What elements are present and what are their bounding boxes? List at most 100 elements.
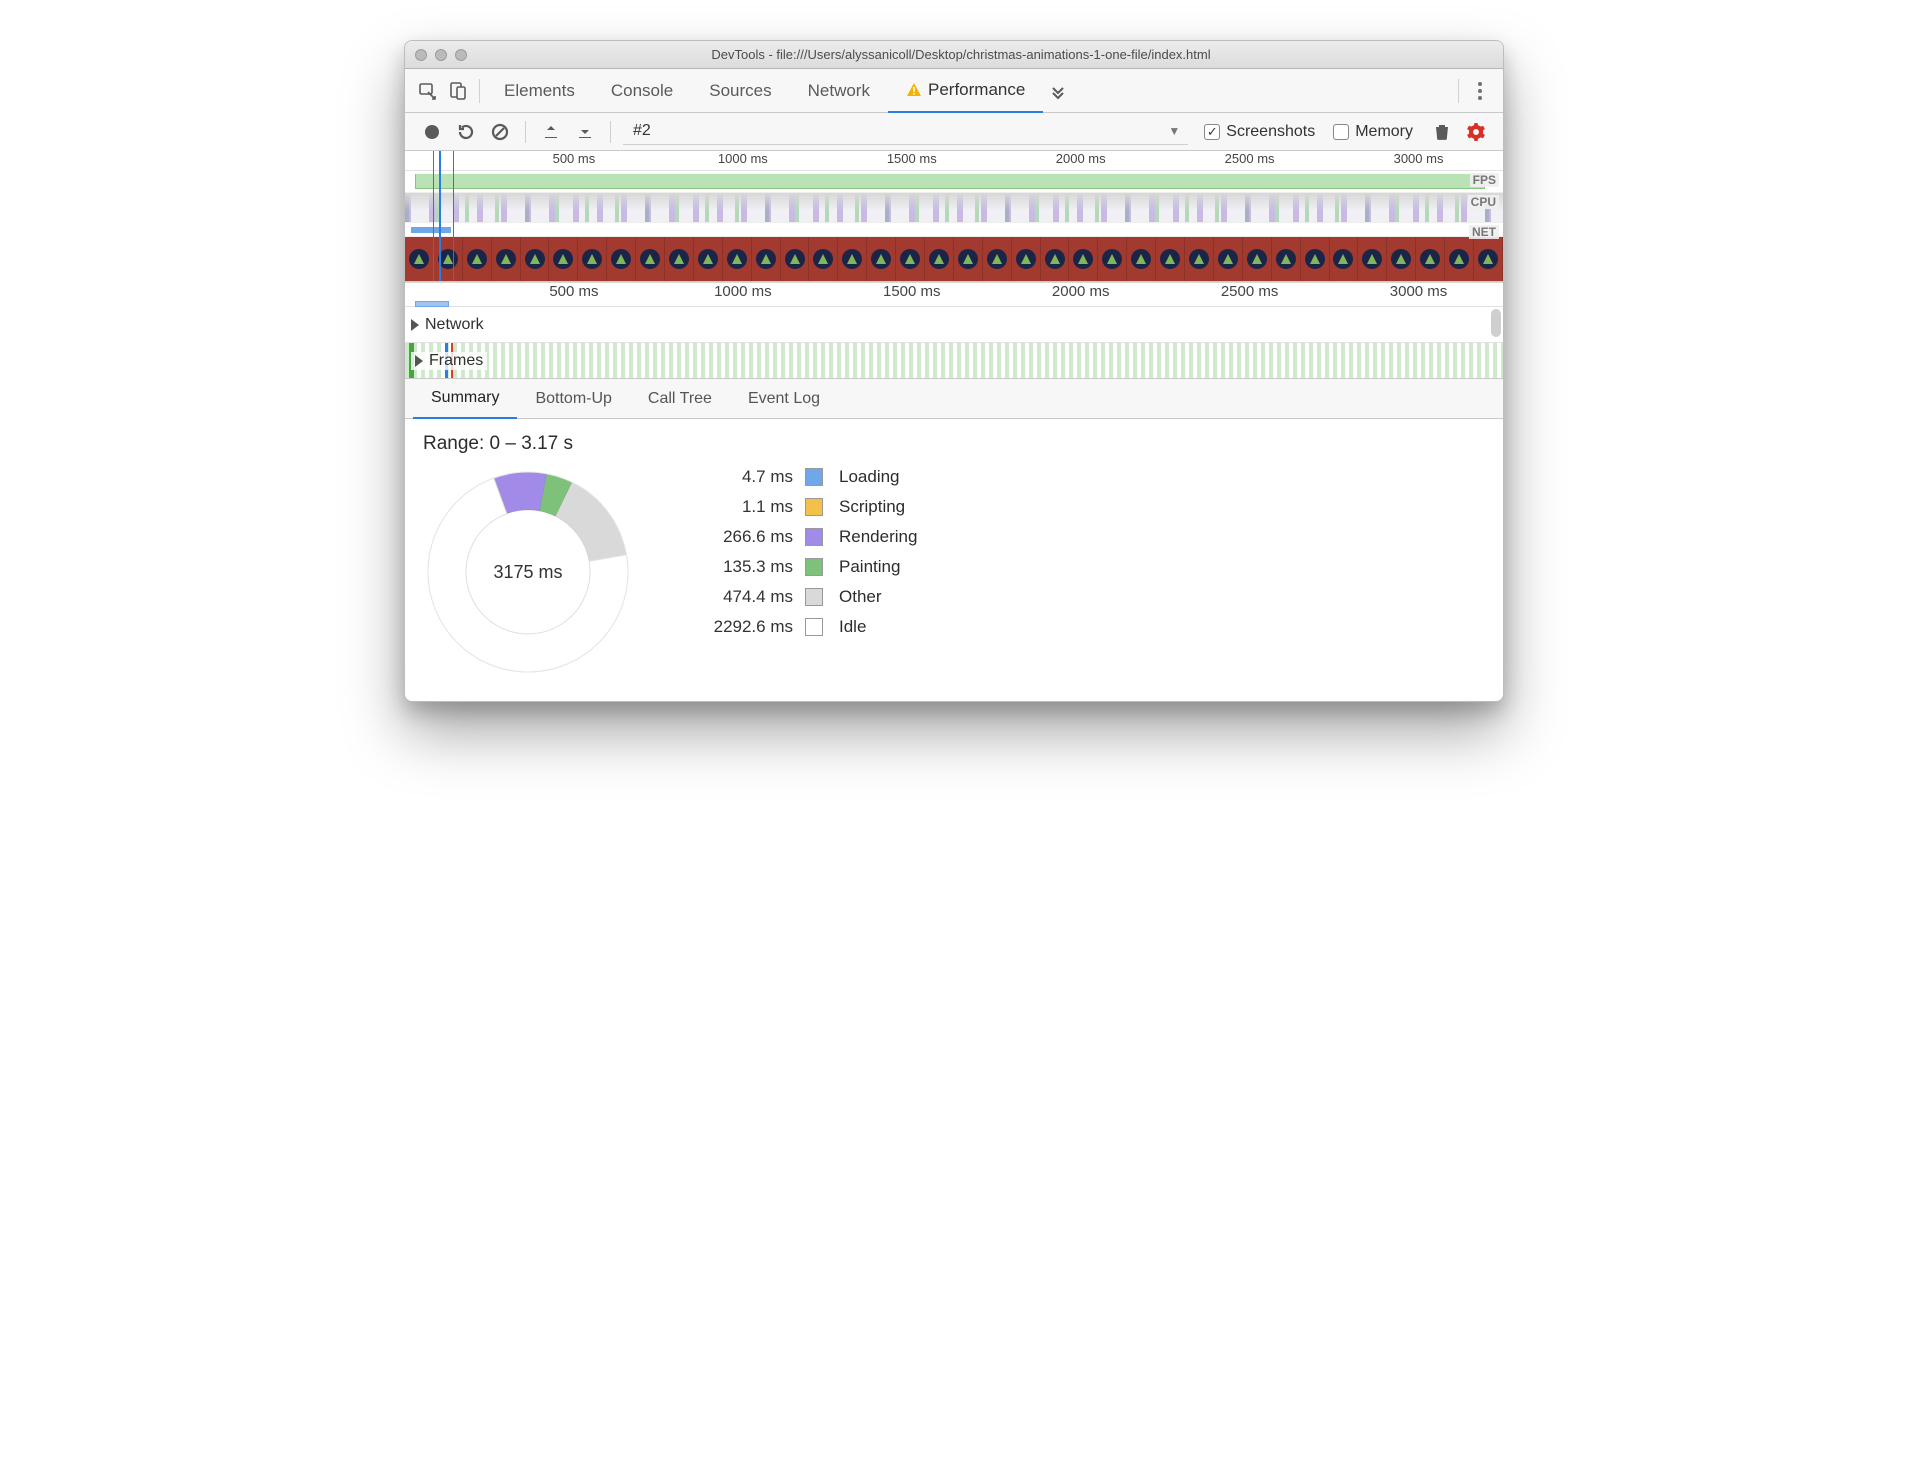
legend-value: 2292.6 ms — [683, 617, 793, 637]
device-toggle-icon[interactable] — [443, 76, 473, 106]
details-tab-summary[interactable]: Summary — [413, 379, 517, 419]
filmstrip-frame[interactable] — [1301, 237, 1330, 281]
save-profile-button[interactable] — [571, 118, 599, 146]
filmstrip-frame[interactable] — [1445, 237, 1474, 281]
load-profile-button[interactable] — [537, 118, 565, 146]
filmstrip-frame[interactable] — [752, 237, 781, 281]
details-tab-call-tree[interactable]: Call Tree — [630, 379, 730, 419]
screenshots-checkbox[interactable]: ✓ Screenshots — [1204, 123, 1315, 141]
legend-value: 135.3 ms — [683, 557, 793, 577]
filmstrip-frame[interactable] — [896, 237, 925, 281]
ruler-tick: 1500 ms — [887, 151, 937, 166]
devtools-window: DevTools - file:///Users/alyssanicoll/De… — [404, 40, 1504, 702]
disclosure-icon — [415, 355, 423, 367]
tab-label: Console — [611, 81, 673, 101]
frames-track-row[interactable]: Frames — [405, 342, 1503, 378]
filmstrip-frame[interactable] — [521, 237, 550, 281]
close-icon[interactable] — [415, 49, 427, 61]
recording-name: #2 — [633, 122, 651, 140]
filmstrip-frame[interactable] — [1041, 237, 1070, 281]
reload-button[interactable] — [452, 118, 480, 146]
filmstrip-frame[interactable] — [1098, 237, 1127, 281]
overview-ruler[interactable]: 500 ms1000 ms1500 ms2000 ms2500 ms3000 m… — [405, 151, 1503, 171]
recording-selector[interactable]: #2 ▼ — [623, 119, 1188, 145]
inspect-icon[interactable] — [413, 76, 443, 106]
legend-label: Scripting — [839, 497, 917, 517]
filmstrip-frame[interactable] — [1156, 237, 1185, 281]
filmstrip-frame[interactable] — [1243, 237, 1272, 281]
filmstrip-frame[interactable] — [1358, 237, 1387, 281]
ruler-tick: 2500 ms — [1221, 283, 1279, 300]
filmstrip-frame[interactable] — [636, 237, 665, 281]
filmstrip-frame[interactable] — [1272, 237, 1301, 281]
tab-performance[interactable]: Performance — [888, 69, 1043, 113]
filmstrip-frame[interactable] — [405, 237, 434, 281]
filmstrip-frame[interactable] — [549, 237, 578, 281]
lane-label: FPS — [1470, 173, 1499, 187]
filmstrip-frame[interactable] — [867, 237, 896, 281]
filmstrip-frame[interactable] — [1127, 237, 1156, 281]
minimize-icon[interactable] — [435, 49, 447, 61]
filmstrip-frame[interactable] — [983, 237, 1012, 281]
filmstrip-frame[interactable] — [607, 237, 636, 281]
legend-label: Idle — [839, 617, 917, 637]
screenshot-filmstrip[interactable] — [405, 237, 1503, 281]
lane-label: NET — [1469, 225, 1499, 239]
filmstrip-frame[interactable] — [434, 237, 463, 281]
tab-sources[interactable]: Sources — [691, 69, 789, 113]
legend-value: 474.4 ms — [683, 587, 793, 607]
traffic-lights — [415, 49, 467, 61]
record-button[interactable] — [418, 118, 446, 146]
filmstrip-frame[interactable] — [463, 237, 492, 281]
flame-chart-area[interactable]: 500 ms1000 ms1500 ms2000 ms2500 ms3000 m… — [405, 282, 1503, 379]
filmstrip-frame[interactable] — [1069, 237, 1098, 281]
legend-swatch — [805, 468, 823, 486]
filmstrip-frame[interactable] — [1416, 237, 1445, 281]
summary-range: Range: 0 – 3.17 s — [423, 433, 1485, 455]
filmstrip-frame[interactable] — [1474, 237, 1503, 281]
legend-label: Loading — [839, 467, 917, 487]
legend-swatch — [805, 618, 823, 636]
zoom-icon[interactable] — [455, 49, 467, 61]
filmstrip-frame[interactable] — [578, 237, 607, 281]
filmstrip-frame[interactable] — [954, 237, 983, 281]
filmstrip-frame[interactable] — [492, 237, 521, 281]
ruler-tick: 1500 ms — [883, 283, 941, 300]
memory-label: Memory — [1355, 123, 1413, 141]
filmstrip-frame[interactable] — [694, 237, 723, 281]
filmstrip-frame[interactable] — [1330, 237, 1359, 281]
memory-checkbox[interactable]: Memory — [1333, 123, 1413, 141]
devtools-settings-icon[interactable] — [1465, 82, 1495, 100]
delete-recording-button[interactable] — [1428, 118, 1456, 146]
tab-console[interactable]: Console — [593, 69, 691, 113]
more-tabs-icon[interactable] — [1043, 82, 1073, 100]
net-lane: NET — [405, 223, 1503, 237]
tab-elements[interactable]: Elements — [486, 69, 593, 113]
overview-pane[interactable]: 500 ms1000 ms1500 ms2000 ms2500 ms3000 m… — [405, 151, 1503, 282]
filmstrip-frame[interactable] — [1214, 237, 1243, 281]
ruler-tick: 1000 ms — [718, 151, 768, 166]
legend-value: 1.1 ms — [683, 497, 793, 517]
filmstrip-frame[interactable] — [723, 237, 752, 281]
tab-label: Performance — [928, 80, 1025, 100]
network-track-row[interactable]: Network — [405, 306, 1503, 342]
clear-button[interactable] — [486, 118, 514, 146]
filmstrip-frame[interactable] — [925, 237, 954, 281]
scrollbar-thumb[interactable] — [1491, 309, 1501, 337]
tab-network[interactable]: Network — [790, 69, 888, 113]
filmstrip-frame[interactable] — [665, 237, 694, 281]
filmstrip-frame[interactable] — [781, 237, 810, 281]
perf-toolbar: #2 ▼ ✓ Screenshots Memory — [405, 113, 1503, 151]
filmstrip-frame[interactable] — [1185, 237, 1214, 281]
filmstrip-frame[interactable] — [1012, 237, 1041, 281]
legend-label: Rendering — [839, 527, 917, 547]
window-title: DevTools - file:///Users/alyssanicoll/De… — [479, 47, 1493, 62]
filmstrip-frame[interactable] — [809, 237, 838, 281]
capture-settings-icon[interactable] — [1462, 118, 1490, 146]
details-tab-bottom-up[interactable]: Bottom-Up — [517, 379, 629, 419]
filmstrip-frame[interactable] — [838, 237, 867, 281]
summary-legend: 4.7 msLoading1.1 msScripting266.6 msRend… — [683, 467, 917, 637]
filmstrip-frame[interactable] — [1387, 237, 1416, 281]
flame-chart-ruler[interactable]: 500 ms1000 ms1500 ms2000 ms2500 ms3000 m… — [405, 282, 1503, 306]
details-tab-event-log[interactable]: Event Log — [730, 379, 838, 419]
